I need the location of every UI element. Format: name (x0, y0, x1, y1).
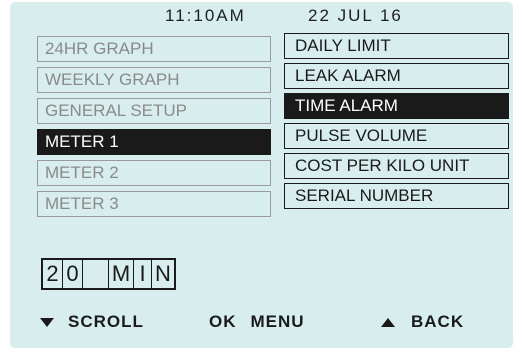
lcd-screen: 11:10AM 22 JUL 16 24HR GRAPH WEEKLY GRAP… (10, 2, 513, 348)
menu-item-weekly-graph[interactable]: WEEKLY GRAPH (37, 67, 271, 93)
softkey-bar: SCROLL OK MENU BACK (10, 312, 513, 336)
submenu-item-pulse-volume[interactable]: PULSE VOLUME (284, 123, 509, 149)
scroll-label: SCROLL (68, 312, 144, 331)
arrow-up-icon (381, 317, 395, 327)
value-char-6: N (155, 261, 171, 286)
clock-date: 22 JUL 16 (308, 6, 403, 25)
meter-submenu: DAILY LIMIT LEAK ALARM TIME ALARM PULSE … (284, 33, 509, 213)
arrow-down-icon (40, 317, 54, 327)
value-char-5: I (134, 260, 152, 288)
time-alarm-value-display[interactable]: 2 0 M I N (41, 258, 176, 290)
menu-item-24hr-graph[interactable]: 24HR GRAPH (37, 36, 271, 62)
menu-label: MENU (250, 312, 305, 331)
device-frame: 11:10AM 22 JUL 16 24HR GRAPH WEEKLY GRAP… (0, 0, 522, 363)
menu-item-meter-3[interactable]: METER 3 (37, 191, 271, 217)
value-char-4: M (109, 260, 134, 288)
main-menu: 24HR GRAPH WEEKLY GRAPH GENERAL SETUP ME… (37, 36, 271, 222)
submenu-item-serial-number[interactable]: SERIAL NUMBER (284, 183, 509, 209)
submenu-item-leak-alarm[interactable]: LEAK ALARM (284, 63, 509, 89)
back-button[interactable]: BACK (381, 312, 464, 332)
submenu-item-daily-limit[interactable]: DAILY LIMIT (284, 33, 509, 59)
back-label: BACK (411, 312, 465, 331)
menu-item-meter-2[interactable]: METER 2 (37, 160, 271, 186)
value-char-1: 2 (43, 260, 63, 288)
submenu-item-cost-per-kilo-unit[interactable]: COST PER KILO UNIT (284, 153, 509, 179)
clock-time: 11:10AM (165, 6, 246, 25)
menu-item-general-setup[interactable]: GENERAL SETUP (37, 98, 271, 124)
value-char-3 (83, 260, 109, 288)
scroll-button[interactable]: SCROLL (40, 312, 144, 332)
value-char-2: 0 (63, 260, 83, 288)
ok-label: OK (209, 312, 237, 331)
ok-menu-button[interactable]: OK MENU (209, 312, 305, 332)
menu-item-meter-1[interactable]: METER 1 (37, 129, 271, 155)
submenu-item-time-alarm[interactable]: TIME ALARM (284, 93, 509, 119)
